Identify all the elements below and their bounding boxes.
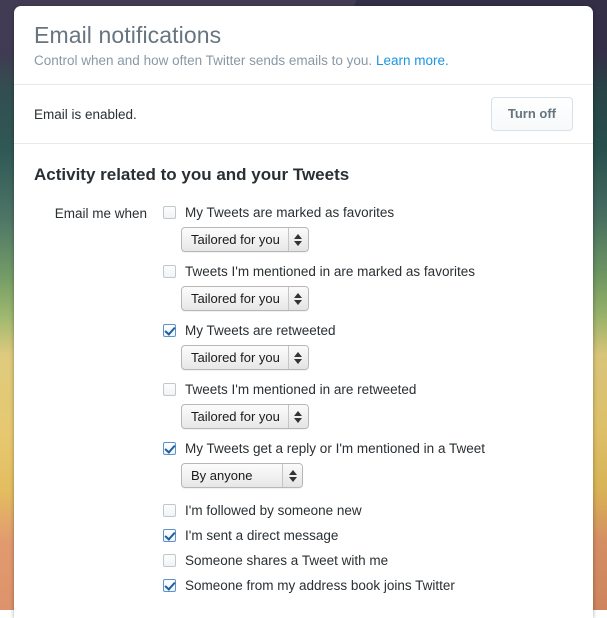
checkbox-address-book-joins[interactable] — [163, 579, 176, 592]
checkbox-someone-shares-tweet[interactable] — [163, 554, 176, 567]
option-block: Tweets I'm mentioned in are marked as fa… — [163, 263, 573, 311]
option-label: My Tweets are marked as favorites — [185, 205, 395, 220]
email-me-when-label: Email me when — [54, 206, 147, 221]
select-my-tweets-favorited[interactable]: Tailored for you — [181, 227, 309, 252]
option-label: I'm sent a direct message — [185, 528, 339, 543]
email-status-text: Email is enabled. — [34, 106, 137, 122]
select-value: Tailored for you — [191, 409, 280, 424]
select-my-tweets-retweeted[interactable]: Tailored for you — [181, 345, 309, 370]
option-label: Tweets I'm mentioned in are retweeted — [185, 382, 417, 397]
select-reply-or-mention[interactable]: By anyone — [181, 463, 303, 488]
option-row[interactable]: I'm followed by someone new — [163, 502, 573, 519]
page-title: Email notifications — [34, 22, 222, 48]
option-row[interactable]: My Tweets get a reply or I'm mentioned i… — [163, 440, 573, 457]
checkbox-my-tweets-favorited[interactable] — [163, 206, 176, 219]
option-row[interactable]: My Tweets are marked as favorites — [163, 204, 573, 221]
select-value: By anyone — [191, 468, 253, 483]
option-row[interactable]: Tweets I'm mentioned in are retweeted — [163, 381, 573, 398]
option-block: Tweets I'm mentioned in are retweeted Ta… — [163, 381, 573, 429]
email-status-strip: Email is enabled. Turn off — [14, 85, 593, 144]
plain-options-list: I'm followed by someone new I'm sent a d… — [163, 502, 573, 594]
select-mentioned-tweets-favorited[interactable]: Tailored for you — [181, 286, 309, 311]
panel-body: Activity related to you and your Tweets … — [14, 144, 593, 618]
stepper-arrows-icon — [287, 405, 308, 428]
option-block: My Tweets are marked as favorites Tailor… — [163, 204, 573, 252]
panel-header: Email notifications Control when and how… — [14, 6, 593, 85]
stepper-arrows-icon — [287, 287, 308, 310]
notification-options: My Tweets are marked as favorites Tailor… — [163, 204, 573, 602]
option-row[interactable]: Someone from my address book joins Twitt… — [163, 577, 573, 594]
option-row[interactable]: I'm sent a direct message — [163, 527, 573, 544]
stepper-arrows-icon — [282, 464, 302, 487]
option-label: Someone shares a Tweet with me — [185, 553, 389, 568]
select-value: Tailored for you — [191, 291, 280, 306]
option-label: My Tweets are retweeted — [185, 323, 336, 338]
checkbox-my-tweets-retweeted[interactable] — [163, 324, 176, 337]
checkbox-followed-by-someone-new[interactable] — [163, 504, 176, 517]
stepper-arrows-icon — [287, 228, 308, 251]
email-notifications-panel: Email notifications Control when and how… — [14, 6, 593, 618]
checkbox-direct-message[interactable] — [163, 529, 176, 542]
option-row[interactable]: Tweets I'm mentioned in are marked as fa… — [163, 263, 573, 280]
option-label: Someone from my address book joins Twitt… — [185, 578, 455, 593]
option-block: My Tweets are retweeted Tailored for you — [163, 322, 573, 370]
option-row[interactable]: My Tweets are retweeted — [163, 322, 573, 339]
stepper-arrows-icon — [287, 346, 308, 369]
email-me-when-row: Email me when My Tweets are marked as fa… — [34, 204, 573, 602]
option-block: My Tweets get a reply or I'm mentioned i… — [163, 440, 573, 488]
learn-more-link[interactable]: Learn more. — [376, 53, 449, 68]
checkbox-reply-or-mention[interactable] — [163, 442, 176, 455]
page-subtitle: Control when and how often Twitter sends… — [34, 51, 573, 70]
option-label: My Tweets get a reply or I'm mentioned i… — [185, 441, 485, 456]
checkbox-mentioned-tweets-favorited[interactable] — [163, 265, 176, 278]
turn-off-button[interactable]: Turn off — [490, 97, 573, 131]
select-mentioned-tweets-retweeted[interactable]: Tailored for you — [181, 404, 309, 429]
section-title: Activity related to you and your Tweets — [34, 165, 350, 184]
checkbox-mentioned-tweets-retweeted[interactable] — [163, 383, 176, 396]
select-value: Tailored for you — [191, 350, 280, 365]
option-row[interactable]: Someone shares a Tweet with me — [163, 552, 573, 569]
select-value: Tailored for you — [191, 232, 280, 247]
option-label: I'm followed by someone new — [185, 503, 362, 518]
page-subtitle-text: Control when and how often Twitter sends… — [34, 53, 373, 68]
option-label: Tweets I'm mentioned in are marked as fa… — [185, 264, 475, 279]
